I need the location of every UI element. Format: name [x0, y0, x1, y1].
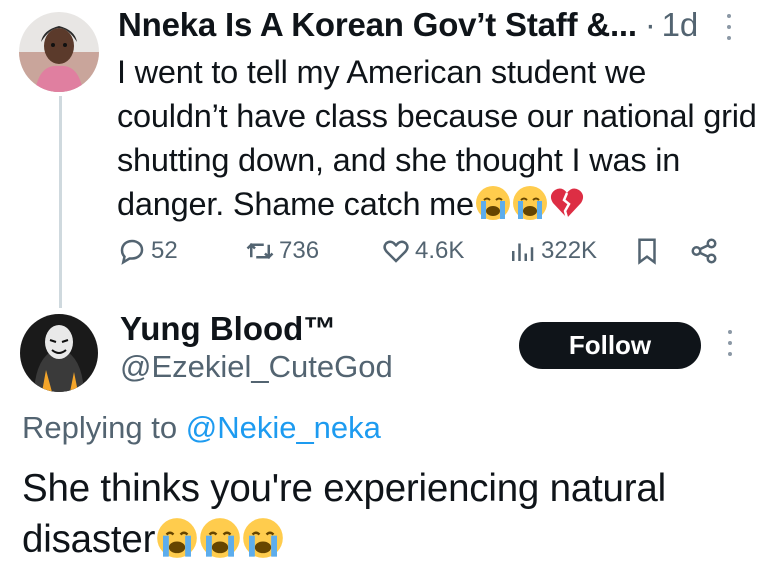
repost-action[interactable]: 736 — [245, 236, 319, 266]
views-count: 322K — [541, 237, 598, 264]
broken-heart-icon — [550, 188, 584, 219]
bookmark-action[interactable] — [632, 236, 662, 266]
author-name-line: Nneka Is A Korean Gov’t Staff &... · 1d — [118, 6, 698, 44]
loudly-crying-face-icon — [157, 518, 198, 558]
more-options-icon[interactable] — [723, 14, 735, 40]
replying-to-label: Replying to — [22, 410, 178, 445]
repost-icon — [246, 242, 274, 260]
views-action[interactable]: 322K — [507, 236, 597, 266]
author-name[interactable]: Nneka Is A Korean Gov’t Staff &... — [118, 6, 637, 43]
time-separator: · — [644, 6, 656, 43]
like-action[interactable]: 4.6K — [381, 236, 464, 266]
loudly-crying-face-icon — [200, 518, 241, 558]
reply-action[interactable]: 52 — [117, 236, 178, 266]
replying-to-handle-link[interactable]: @Nekie_neka — [186, 410, 381, 445]
share-icon — [691, 238, 717, 264]
author-name[interactable]: Yung Blood™ — [120, 310, 336, 348]
share-action[interactable] — [689, 236, 719, 266]
loudly-crying-face-icon — [512, 186, 547, 220]
avatar[interactable] — [19, 12, 99, 92]
replying-to: Replying to @Nekie_neka — [22, 410, 381, 446]
heart-icon — [383, 240, 409, 263]
reply-text: She thinks you're experiencing natural d… — [22, 463, 752, 565]
more-options-icon[interactable] — [724, 330, 736, 356]
timestamp[interactable]: 1d — [662, 6, 699, 43]
tweet-actions: 52 736 4.6K 322K — [117, 236, 737, 272]
loudly-crying-face-icon — [243, 518, 284, 558]
author-handle[interactable]: @Ezekiel_CuteGod — [120, 349, 393, 385]
tweet-text: I went to tell my American student we co… — [117, 50, 757, 226]
tweet-body: I went to tell my American student we co… — [117, 54, 757, 222]
reply-body: She thinks you're experiencing natural d… — [22, 467, 666, 561]
follow-button[interactable]: Follow — [519, 322, 701, 369]
reply-icon — [120, 239, 144, 265]
loudly-crying-face-icon — [475, 186, 510, 220]
avatar[interactable] — [20, 314, 98, 392]
thread-line — [59, 96, 62, 308]
repost-count: 736 — [279, 237, 320, 264]
reply-count: 52 — [151, 237, 178, 264]
like-count: 4.6K — [415, 237, 465, 264]
views-icon — [512, 243, 534, 261]
bookmark-icon — [638, 238, 656, 265]
